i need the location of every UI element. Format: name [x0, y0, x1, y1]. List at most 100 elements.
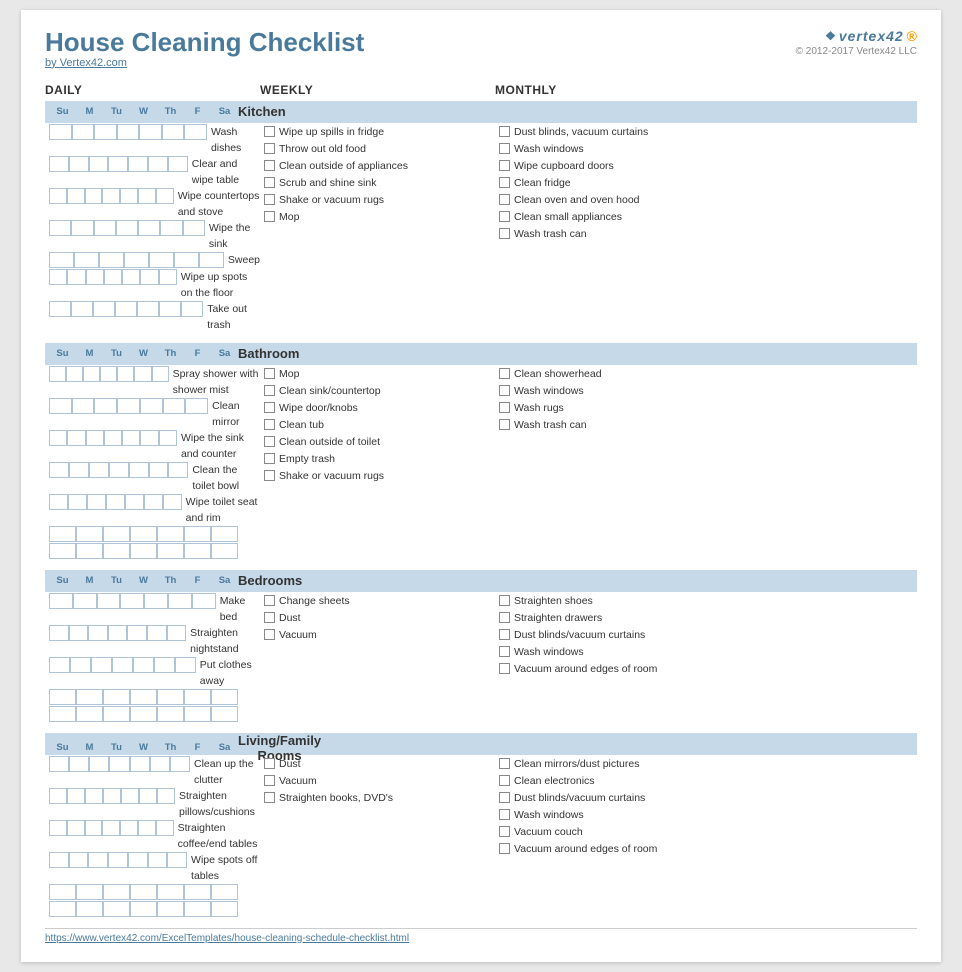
- day-checkbox-cell[interactable]: [157, 901, 184, 917]
- day-checkbox-cell[interactable]: [66, 366, 83, 382]
- day-checkbox-cell[interactable]: [76, 884, 103, 900]
- day-checkbox-cell[interactable]: [211, 543, 238, 559]
- day-checkbox-cell[interactable]: [67, 820, 85, 836]
- day-checkbox-cell[interactable]: [72, 398, 95, 414]
- weekly-task-checkbox[interactable]: [264, 470, 275, 481]
- day-checkbox-cell[interactable]: [130, 706, 157, 722]
- day-checkbox-cell[interactable]: [168, 156, 188, 172]
- monthly-task-checkbox[interactable]: [499, 126, 510, 137]
- monthly-task-checkbox[interactable]: [499, 228, 510, 239]
- day-checkbox-cell[interactable]: [185, 398, 208, 414]
- day-checkbox-cell[interactable]: [184, 543, 211, 559]
- day-checkbox-cell[interactable]: [148, 852, 168, 868]
- monthly-task-checkbox[interactable]: [499, 402, 510, 413]
- day-checkbox-cell[interactable]: [116, 220, 138, 236]
- day-checkbox-cell[interactable]: [69, 852, 89, 868]
- day-checkbox-cell[interactable]: [69, 756, 89, 772]
- day-checkbox-cell[interactable]: [106, 494, 125, 510]
- day-checkbox-cell[interactable]: [156, 188, 174, 204]
- day-checkbox-cell[interactable]: [115, 301, 137, 317]
- day-checkbox-cell[interactable]: [93, 301, 115, 317]
- day-checkbox-cell[interactable]: [156, 820, 174, 836]
- day-checkbox-cell[interactable]: [184, 526, 211, 542]
- day-checkbox-cell[interactable]: [49, 884, 76, 900]
- day-checkbox-cell[interactable]: [91, 657, 112, 673]
- day-checkbox-cell[interactable]: [211, 706, 238, 722]
- day-checkbox-cell[interactable]: [49, 252, 74, 268]
- day-checkbox-cell[interactable]: [211, 689, 238, 705]
- weekly-task-checkbox[interactable]: [264, 177, 275, 188]
- day-checkbox-cell[interactable]: [49, 756, 69, 772]
- day-checkbox-cell[interactable]: [73, 593, 97, 609]
- day-checkbox-cell[interactable]: [130, 526, 157, 542]
- day-checkbox-cell[interactable]: [140, 398, 163, 414]
- day-checkbox-cell[interactable]: [183, 220, 205, 236]
- day-checkbox-cell[interactable]: [49, 788, 67, 804]
- day-checkbox-cell[interactable]: [149, 252, 174, 268]
- weekly-task-checkbox[interactable]: [264, 385, 275, 396]
- day-checkbox-cell[interactable]: [86, 430, 104, 446]
- day-checkbox-cell[interactable]: [157, 689, 184, 705]
- weekly-task-checkbox[interactable]: [264, 775, 275, 786]
- day-checkbox-cell[interactable]: [181, 301, 203, 317]
- day-checkbox-cell[interactable]: [162, 124, 185, 140]
- day-checkbox-cell[interactable]: [149, 462, 169, 478]
- monthly-task-checkbox[interactable]: [499, 809, 510, 820]
- weekly-task-checkbox[interactable]: [264, 419, 275, 430]
- day-checkbox-cell[interactable]: [139, 788, 157, 804]
- day-checkbox-cell[interactable]: [49, 366, 66, 382]
- weekly-task-checkbox[interactable]: [264, 612, 275, 623]
- day-checkbox-cell[interactable]: [170, 756, 190, 772]
- day-checkbox-cell[interactable]: [159, 269, 177, 285]
- weekly-task-checkbox[interactable]: [264, 453, 275, 464]
- day-checkbox-cell[interactable]: [128, 156, 148, 172]
- day-checkbox-cell[interactable]: [174, 252, 199, 268]
- monthly-task-checkbox[interactable]: [499, 775, 510, 786]
- day-checkbox-cell[interactable]: [150, 756, 170, 772]
- monthly-task-checkbox[interactable]: [499, 177, 510, 188]
- day-checkbox-cell[interactable]: [117, 398, 140, 414]
- day-checkbox-cell[interactable]: [88, 625, 108, 641]
- weekly-task-checkbox[interactable]: [264, 436, 275, 447]
- monthly-task-checkbox[interactable]: [499, 143, 510, 154]
- weekly-task-checkbox[interactable]: [264, 368, 275, 379]
- day-checkbox-cell[interactable]: [184, 884, 211, 900]
- day-checkbox-cell[interactable]: [192, 593, 216, 609]
- day-checkbox-cell[interactable]: [130, 901, 157, 917]
- monthly-task-checkbox[interactable]: [499, 663, 510, 674]
- monthly-task-checkbox[interactable]: [499, 843, 510, 854]
- day-checkbox-cell[interactable]: [76, 543, 103, 559]
- day-checkbox-cell[interactable]: [152, 366, 169, 382]
- day-checkbox-cell[interactable]: [94, 398, 117, 414]
- weekly-task-checkbox[interactable]: [264, 211, 275, 222]
- day-checkbox-cell[interactable]: [175, 657, 196, 673]
- day-checkbox-cell[interactable]: [49, 494, 68, 510]
- day-checkbox-cell[interactable]: [211, 901, 238, 917]
- day-checkbox-cell[interactable]: [76, 689, 103, 705]
- day-checkbox-cell[interactable]: [159, 301, 181, 317]
- day-checkbox-cell[interactable]: [70, 657, 91, 673]
- day-checkbox-cell[interactable]: [148, 156, 168, 172]
- day-checkbox-cell[interactable]: [137, 301, 159, 317]
- day-checkbox-cell[interactable]: [85, 188, 103, 204]
- day-checkbox-cell[interactable]: [67, 430, 85, 446]
- weekly-task-checkbox[interactable]: [264, 792, 275, 803]
- day-checkbox-cell[interactable]: [122, 430, 140, 446]
- day-checkbox-cell[interactable]: [163, 398, 186, 414]
- day-checkbox-cell[interactable]: [49, 543, 76, 559]
- day-checkbox-cell[interactable]: [87, 494, 106, 510]
- day-checkbox-cell[interactable]: [144, 593, 168, 609]
- day-checkbox-cell[interactable]: [130, 543, 157, 559]
- day-checkbox-cell[interactable]: [67, 788, 85, 804]
- monthly-task-checkbox[interactable]: [499, 629, 510, 640]
- day-checkbox-cell[interactable]: [49, 188, 67, 204]
- day-checkbox-cell[interactable]: [120, 188, 138, 204]
- day-checkbox-cell[interactable]: [103, 901, 130, 917]
- monthly-task-checkbox[interactable]: [499, 211, 510, 222]
- day-checkbox-cell[interactable]: [211, 884, 238, 900]
- day-checkbox-cell[interactable]: [121, 788, 139, 804]
- day-checkbox-cell[interactable]: [168, 462, 188, 478]
- monthly-task-checkbox[interactable]: [499, 612, 510, 623]
- day-checkbox-cell[interactable]: [103, 788, 121, 804]
- day-checkbox-cell[interactable]: [49, 706, 76, 722]
